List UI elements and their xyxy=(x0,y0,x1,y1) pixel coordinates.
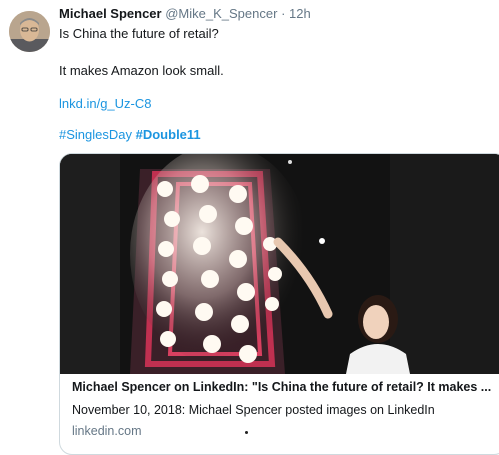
author-name[interactable]: Michael Spencer xyxy=(59,6,162,21)
header-separator: · xyxy=(281,6,286,21)
tweet-text-line-2: It makes Amazon look small. xyxy=(59,63,224,78)
hashtag-line: #SinglesDay #Double11 xyxy=(59,127,201,142)
hashtag-double11[interactable]: #Double11 xyxy=(136,127,201,142)
tweet-link[interactable]: lnkd.in/g_Uz-C8 xyxy=(59,96,152,111)
link-preview-card[interactable]: Michael Spencer on LinkedIn: "Is China t… xyxy=(59,153,499,455)
author-handle[interactable]: @Mike_K_Spencer xyxy=(165,6,277,21)
hashtag-singlesday[interactable]: #SinglesDay xyxy=(59,127,132,142)
dot-marker xyxy=(245,431,248,434)
card-description: November 10, 2018: Michael Spencer poste… xyxy=(72,403,435,417)
tweet-header: Michael Spencer @Mike_K_Spencer · 12h xyxy=(59,6,311,21)
card-image[interactable] xyxy=(60,154,499,374)
tweet-text-line-1: Is China the future of retail? xyxy=(59,26,219,41)
avatar[interactable] xyxy=(9,11,50,52)
card-title[interactable]: Michael Spencer on LinkedIn: "Is China t… xyxy=(72,380,492,394)
tweet-timestamp[interactable]: 12h xyxy=(289,6,311,21)
card-domain[interactable]: linkedin.com xyxy=(72,424,141,438)
